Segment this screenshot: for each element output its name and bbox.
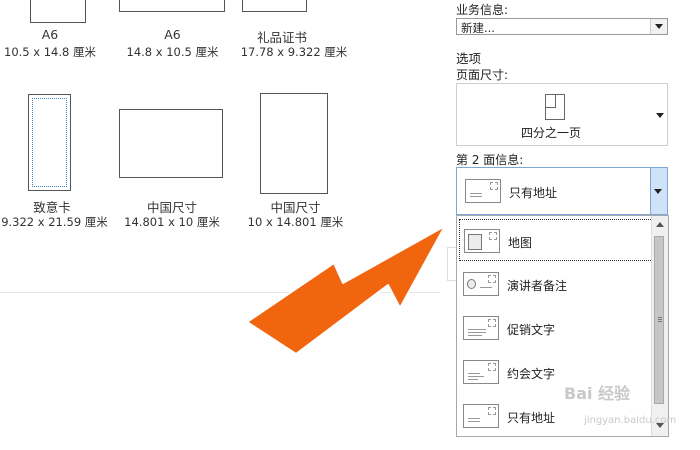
watermark-url: jingyan.baidu.com xyxy=(584,415,677,426)
arrow-shape xyxy=(246,225,446,355)
watermark-logo: Bai 经验 xyxy=(564,384,631,403)
